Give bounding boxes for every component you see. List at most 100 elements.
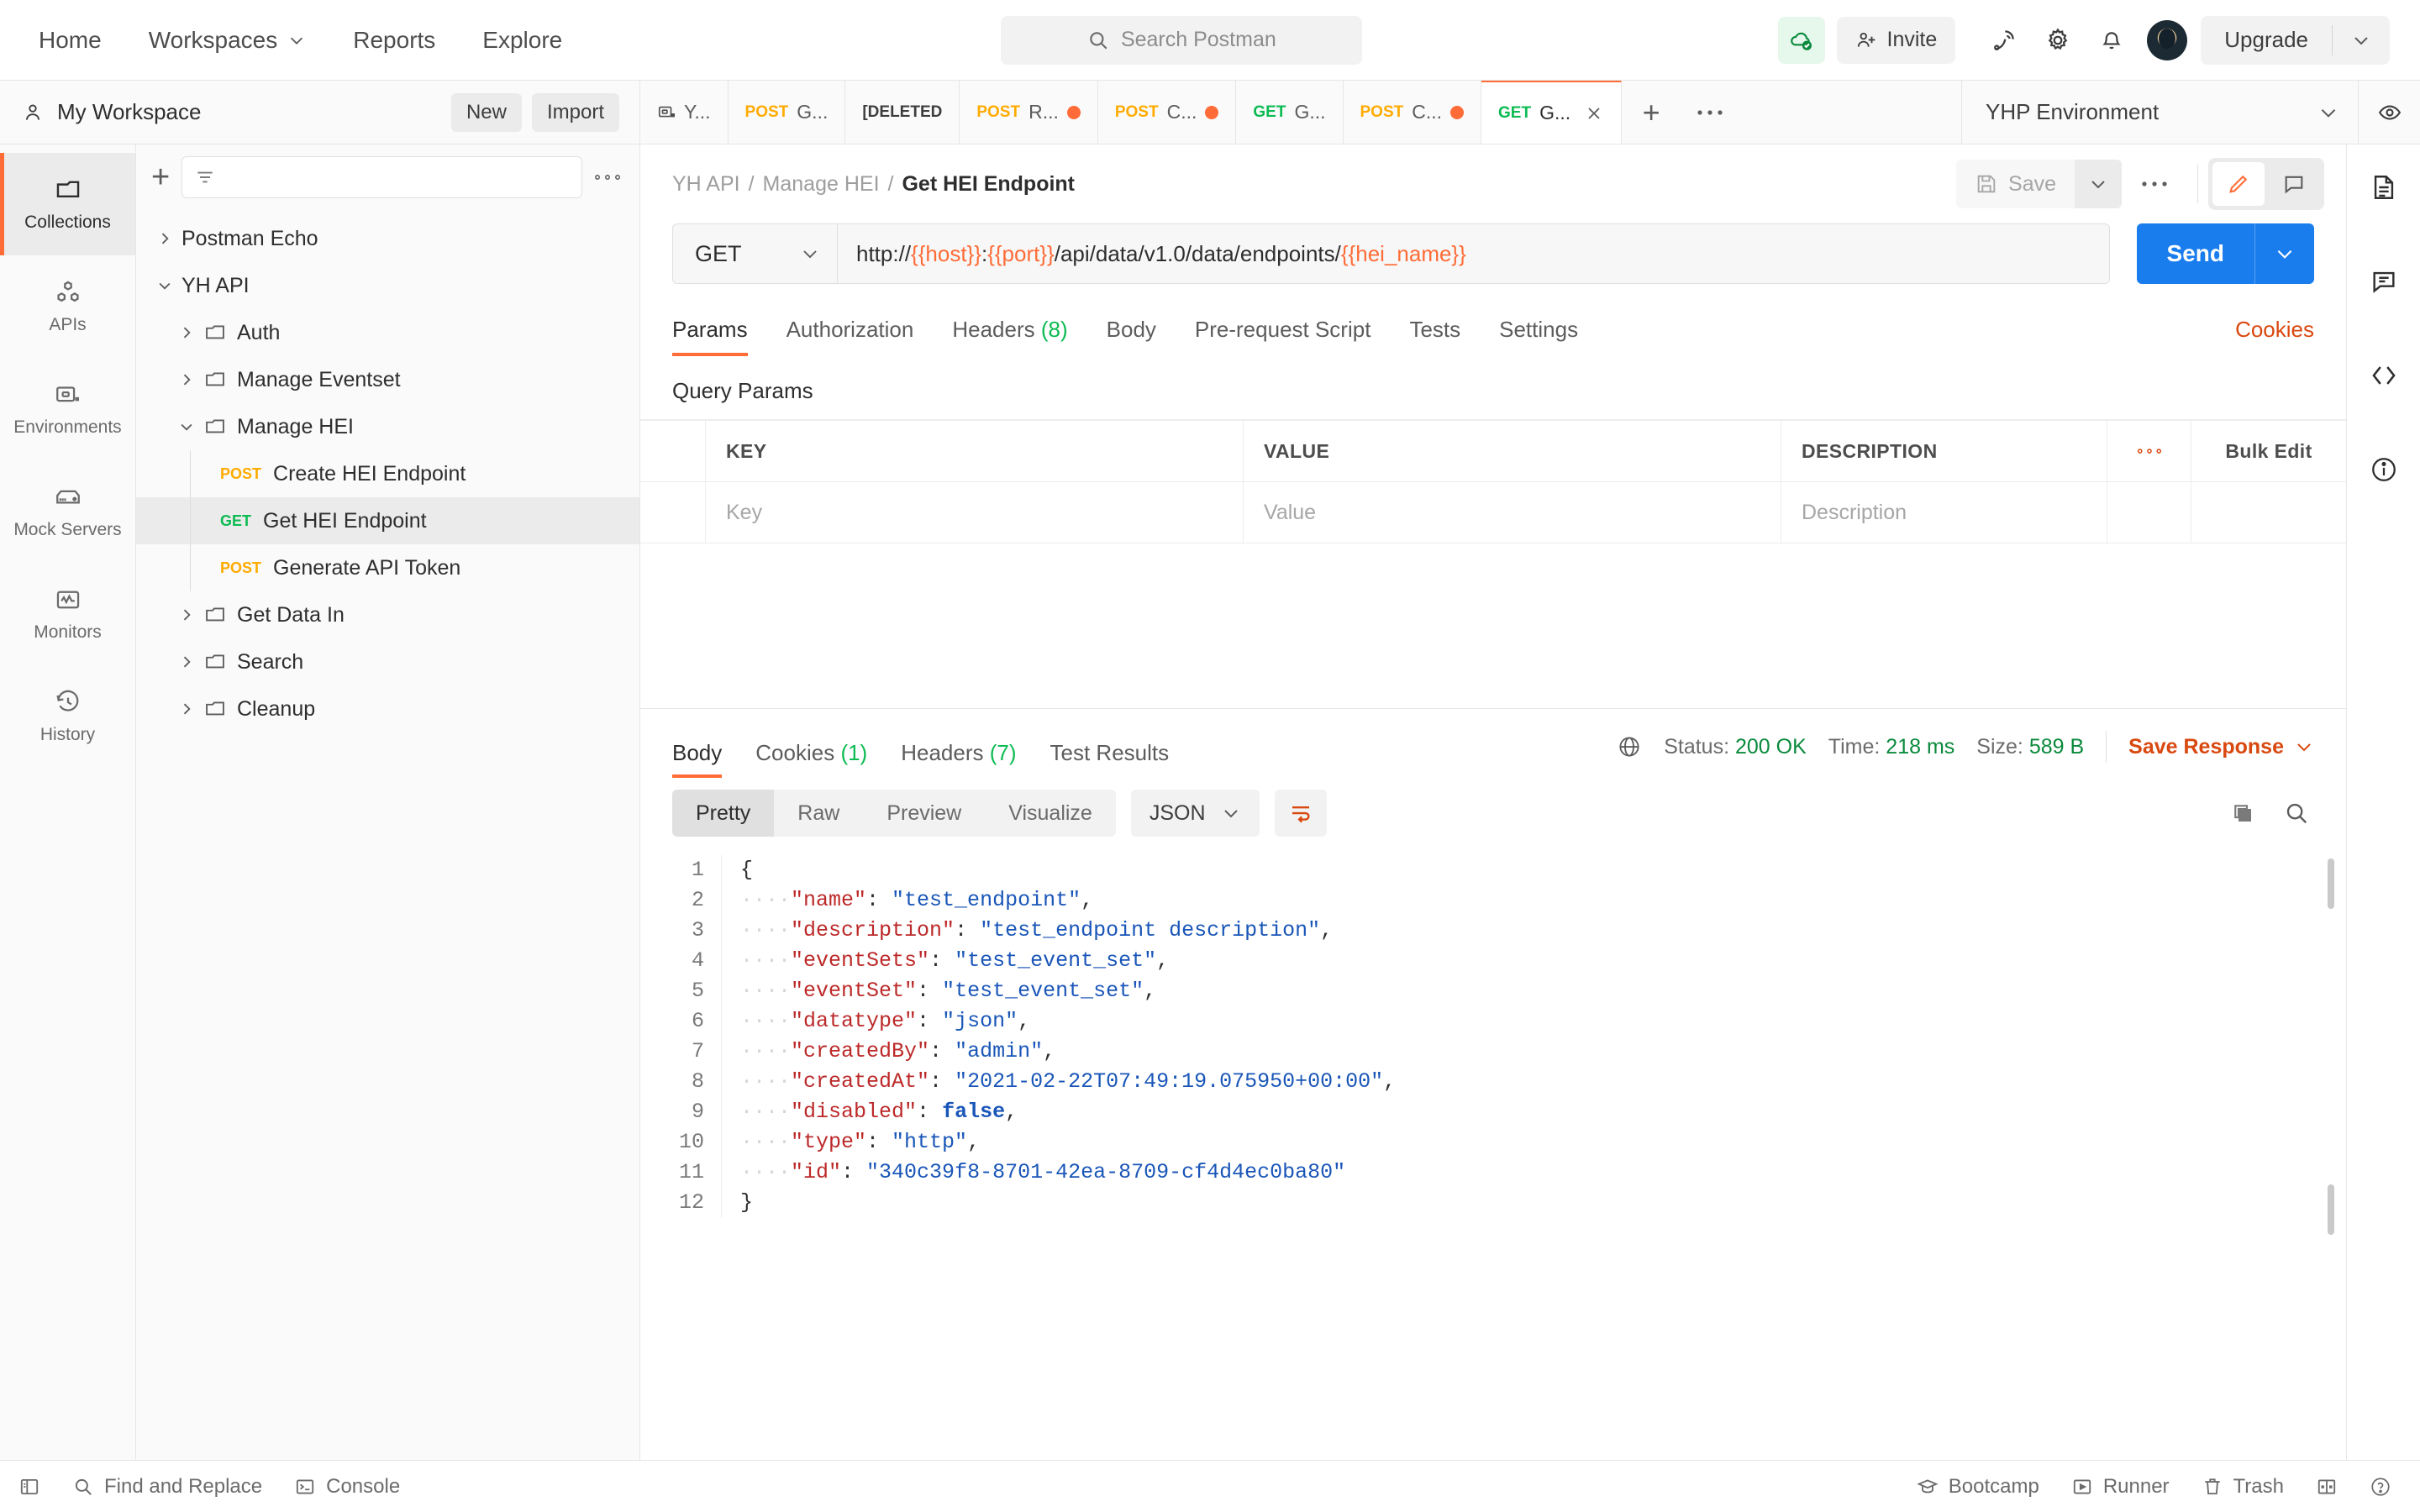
edit-mode-button[interactable]	[2212, 162, 2265, 206]
runner-button[interactable]: Runner	[2071, 1475, 2170, 1499]
view-mode-visualize[interactable]: Visualize	[985, 790, 1116, 837]
rail-item-apis[interactable]: APIs	[0, 255, 135, 358]
tab-body[interactable]: Body	[1107, 317, 1156, 356]
comment-icon[interactable]	[2356, 257, 2412, 306]
bell-icon[interactable]	[2085, 17, 2139, 64]
import-button[interactable]: Import	[531, 92, 619, 132]
tree-item-yh-api[interactable]: YH API	[136, 262, 639, 309]
add-collection-button[interactable]: +	[151, 161, 170, 193]
view-mode-pretty[interactable]: Pretty	[672, 790, 775, 837]
tab-pre-request-script[interactable]: Pre-request Script	[1195, 317, 1371, 356]
rail-item-monitors[interactable]: Monitors	[0, 563, 135, 665]
method-selector[interactable]: GET	[672, 223, 837, 284]
select-all-checkbox-cell[interactable]	[640, 421, 706, 481]
bulk-edit-button[interactable]: Bulk Edit	[2191, 421, 2346, 481]
table-options-button[interactable]	[2107, 421, 2191, 481]
invite-button[interactable]: Invite	[1836, 16, 1956, 64]
row-checkbox-cell[interactable]	[640, 482, 706, 543]
chevron-right-icon[interactable]	[170, 701, 203, 717]
tab-settings[interactable]: Settings	[1499, 317, 1578, 356]
search-input[interactable]: Search Postman	[1001, 15, 1363, 65]
tree-item-generate-api-token[interactable]: POST Generate API Token	[136, 544, 639, 591]
chevron-down-icon[interactable]	[148, 277, 182, 294]
response-tab-headers[interactable]: Headers (7)	[901, 740, 1016, 778]
chevron-right-icon[interactable]	[170, 654, 203, 670]
cloud-check-icon[interactable]	[1777, 16, 1825, 64]
save-options-button[interactable]	[2075, 160, 2122, 208]
filter-input[interactable]	[182, 156, 582, 198]
workspace-name[interactable]: My Workspace	[22, 99, 441, 125]
tab-authorization[interactable]: Authorization	[786, 317, 914, 356]
response-tab-body[interactable]: Body	[672, 740, 723, 778]
request-tab[interactable]: POST G...	[728, 81, 846, 144]
code-icon[interactable]	[2356, 351, 2412, 400]
request-tab[interactable]: Y...	[640, 81, 729, 144]
chevron-right-icon[interactable]	[170, 371, 203, 388]
trash-button[interactable]: Trash	[2202, 1475, 2284, 1499]
tree-item-create-hei-endpoint[interactable]: POST Create HEI Endpoint	[136, 450, 639, 497]
tree-item-postman-echo[interactable]: Postman Echo	[136, 215, 639, 262]
tree-item-auth[interactable]: Auth	[136, 309, 639, 356]
view-mode-raw[interactable]: Raw	[774, 790, 863, 837]
tree-item-cleanup[interactable]: Cleanup	[136, 685, 639, 732]
tab-params[interactable]: Params	[672, 317, 748, 356]
close-icon[interactable]	[1584, 103, 1604, 123]
avatar[interactable]	[2147, 19, 2188, 60]
breadcrumb-folder[interactable]: Manage HEI	[763, 172, 880, 197]
tab-headers[interactable]: Headers (8)	[952, 317, 1067, 356]
gear-icon[interactable]	[2031, 17, 2085, 64]
cookies-link[interactable]: Cookies	[2235, 317, 2314, 343]
chevron-right-icon[interactable]	[170, 324, 203, 341]
rail-item-environments[interactable]: Environments	[0, 358, 135, 460]
documentation-icon[interactable]	[2356, 163, 2412, 212]
tree-item-search[interactable]: Search	[136, 638, 639, 685]
tab-tests[interactable]: Tests	[1409, 317, 1460, 356]
rail-item-collections[interactable]: Collections	[0, 153, 135, 255]
chevron-down-icon[interactable]	[2333, 30, 2390, 50]
nav-workspaces[interactable]: Workspaces	[125, 27, 330, 54]
response-format-selector[interactable]: JSON	[1130, 790, 1260, 837]
rail-item-mock-servers[interactable]: Mock Servers	[0, 460, 135, 563]
bootcamp-button[interactable]: Bootcamp	[1917, 1475, 2039, 1499]
chevron-down-icon[interactable]	[170, 418, 203, 435]
save-response-button[interactable]: Save Response	[2128, 735, 2314, 759]
chevron-right-icon[interactable]	[170, 606, 203, 623]
tree-item-manage-hei[interactable]: Manage HEI	[136, 403, 639, 450]
sidebar-options-button[interactable]	[594, 173, 621, 181]
view-mode-preview[interactable]: Preview	[863, 790, 985, 837]
response-body-viewer[interactable]: 1 2 3 4 5 6 7 8 9 10 11 12 {····"name":…	[640, 848, 2346, 1460]
tree-item-get-data-in[interactable]: Get Data In	[136, 591, 639, 638]
sidebar-toggle-button[interactable]	[18, 1476, 40, 1498]
help-button[interactable]	[2370, 1476, 2391, 1498]
comment-mode-button[interactable]	[2268, 162, 2320, 206]
param-description-input[interactable]: Description	[1781, 482, 2107, 543]
vertical-scrollbar[interactable]	[2328, 858, 2334, 909]
upgrade-button[interactable]: Upgrade	[2201, 15, 2390, 65]
copy-icon[interactable]	[2230, 801, 2255, 826]
search-icon[interactable]	[2284, 801, 2309, 826]
tree-item-manage-eventset[interactable]: Manage Eventset	[136, 356, 639, 403]
tree-item-get-hei-endpoint[interactable]: GET Get HEI Endpoint	[136, 497, 639, 544]
vertical-scrollbar-bottom[interactable]	[2328, 1184, 2334, 1235]
url-input[interactable]: http://{{host}}: {{port}}/api/data/v1.0/d…	[837, 223, 2110, 284]
console-button[interactable]: Console	[294, 1475, 400, 1499]
satellite-icon[interactable]	[1977, 17, 2031, 64]
nav-home[interactable]: Home	[24, 27, 125, 54]
request-options-button[interactable]	[2122, 180, 2187, 188]
new-tab-button[interactable]: +	[1622, 81, 1681, 144]
wrap-lines-button[interactable]	[1274, 790, 1327, 837]
tab-options-button[interactable]	[1681, 81, 1740, 144]
environment-selector[interactable]: YHP Environment	[1961, 81, 2358, 144]
request-tab[interactable]: [DELETED	[845, 81, 960, 144]
response-tab-test-results[interactable]: Test Results	[1050, 740, 1170, 778]
chevron-right-icon[interactable]	[148, 230, 182, 247]
send-button[interactable]: Send	[2136, 223, 2314, 284]
param-key-input[interactable]: Key	[706, 482, 1244, 543]
nav-explore[interactable]: Explore	[459, 27, 586, 54]
info-icon[interactable]	[2356, 445, 2412, 494]
layout-toggle-button[interactable]	[2316, 1476, 2338, 1498]
find-and-replace-button[interactable]: Find and Replace	[72, 1475, 262, 1499]
environment-quick-look-button[interactable]	[2358, 81, 2420, 144]
param-value-input[interactable]: Value	[1244, 482, 1781, 543]
request-tab[interactable]: GET G...	[1236, 81, 1344, 144]
